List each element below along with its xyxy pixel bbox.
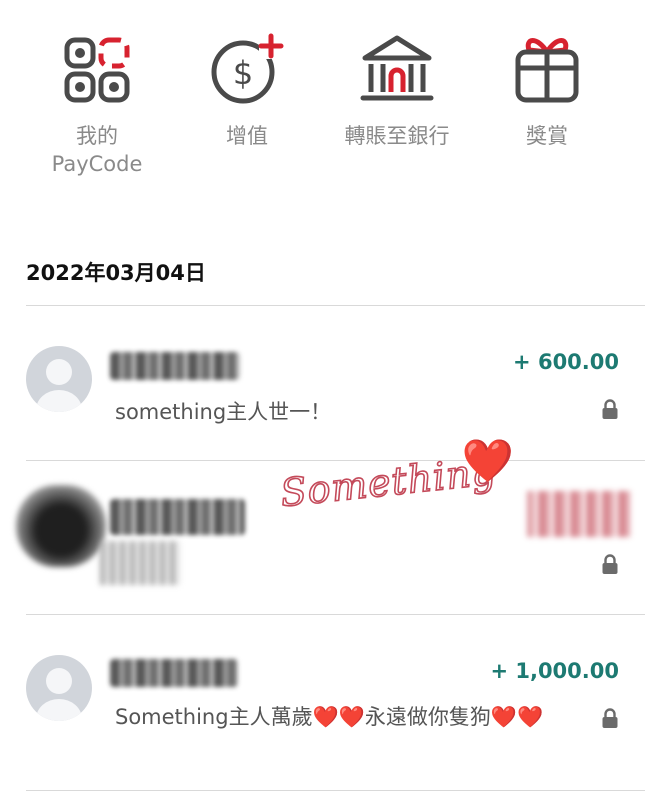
transaction-row[interactable]: + 1,000.00 Something主人萬歲❤️❤️永遠做你隻狗❤️❤️: [0, 615, 645, 790]
redacted-name: [110, 352, 240, 380]
person-icon: [36, 359, 82, 412]
something-sticker: Something ❤️: [277, 436, 520, 520]
rewards-label: 獎賞: [526, 124, 568, 148]
redacted-avatar: [16, 485, 106, 567]
redacted-detail: [100, 541, 180, 585]
top-up-button[interactable]: $ 增值: [172, 30, 322, 150]
transaction-note: something主人世一！: [115, 400, 332, 424]
divider: [26, 790, 645, 791]
bank-icon: [360, 35, 434, 101]
top-up-label: 增值: [226, 124, 268, 148]
amount: + 1,000.00: [490, 659, 619, 683]
transfer-to-bank-label: 轉賬至銀行: [344, 124, 450, 148]
avatar: [26, 346, 92, 412]
amount: + 600.00: [513, 350, 619, 374]
lock-icon: [602, 554, 618, 574]
transaction-note: Something主人萬歲❤️❤️永遠做你隻狗❤️❤️: [115, 705, 544, 729]
paycode-icon: [64, 37, 130, 103]
quick-actions: 我的 PayCode $ 增值 轉賬至銀行 獎賞: [0, 0, 645, 200]
date-heading: 2022年03月04日: [26, 261, 206, 285]
person-icon: [36, 668, 82, 721]
transaction-row[interactable]: + 600.00 something主人世一！: [0, 306, 645, 460]
gift-icon: [515, 38, 579, 103]
redacted-name: [110, 499, 245, 535]
lock-icon: [602, 399, 618, 419]
heart-emoji: ❤️: [461, 436, 514, 485]
my-paycode-button[interactable]: 我的 PayCode: [22, 30, 172, 178]
transfer-to-bank-button[interactable]: 轉賬至銀行: [322, 30, 472, 150]
top-up-icon: $: [211, 33, 284, 104]
svg-text:$: $: [233, 54, 253, 92]
lock-icon: [602, 708, 618, 728]
my-paycode-label: 我的 PayCode: [51, 124, 143, 176]
rewards-button[interactable]: 獎賞: [472, 30, 622, 150]
redacted-amount: [527, 491, 631, 537]
redacted-name: [110, 659, 238, 687]
avatar: [26, 655, 92, 721]
